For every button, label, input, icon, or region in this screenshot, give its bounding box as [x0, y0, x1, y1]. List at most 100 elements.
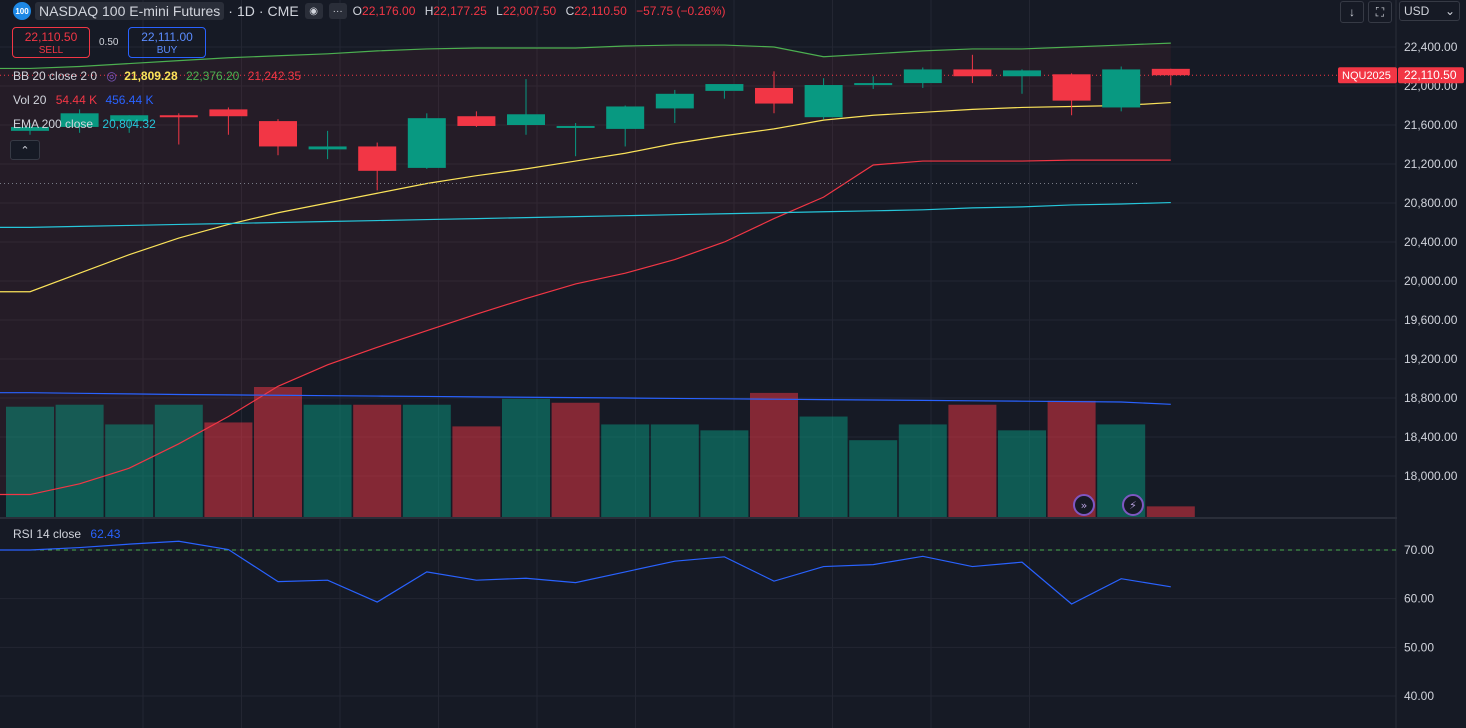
price-tag-label: 22,110.50: [1404, 68, 1457, 82]
volume-bar: [601, 424, 650, 517]
volume-bar: [750, 392, 798, 517]
rsi-value: 62.43: [90, 527, 121, 541]
chevron-up-icon: ⌃: [20, 144, 30, 157]
timeframe[interactable]: 1D: [237, 3, 255, 19]
volume-bar: [700, 430, 749, 517]
more-options-icon[interactable]: ···: [328, 3, 347, 19]
volume-bar: [849, 440, 898, 517]
candle-body: [556, 125, 595, 128]
symbol-name[interactable]: NASDAQ 100 E-mini Futures: [35, 2, 225, 20]
symbol-logo: 100: [13, 2, 31, 20]
price-tick-label: 18,400.00: [1404, 430, 1458, 444]
volume-bar: [898, 424, 947, 517]
volume-bar: [799, 416, 848, 517]
volume-bar: [303, 404, 352, 517]
ohlc-readout: O22,176.00 H22,177.25 L22,007.50 C22,110…: [353, 4, 732, 18]
bb-lower-value: 21,242.35: [247, 69, 302, 83]
arrow-down-icon: ↓: [1349, 5, 1355, 19]
candle-body: [259, 121, 297, 147]
rsi-tick-label: 70.00: [1404, 543, 1434, 557]
candle-body: [755, 87, 793, 104]
buy-button[interactable]: 22,111.00 BUY: [128, 27, 206, 58]
price-tick-label: 18,000.00: [1404, 469, 1458, 483]
candle-body: [655, 93, 694, 109]
bb-basis-value: 21,809.28: [124, 69, 178, 83]
vol-ma-value: 456.44 K: [105, 93, 154, 107]
sell-price: 22,110.50: [24, 30, 78, 44]
volume-bar: [502, 398, 550, 517]
price-tick-label: 20,400.00: [1404, 235, 1458, 249]
settings-icon[interactable]: ◎: [106, 69, 116, 83]
candle-body: [507, 114, 545, 125]
candle-body: [308, 146, 347, 150]
volume-bar: [650, 424, 699, 517]
candle-body: [209, 109, 248, 117]
currency-value: USD: [1404, 4, 1430, 18]
price-tick-label: 19,200.00: [1404, 352, 1458, 366]
rsi-tick-label: 60.00: [1404, 592, 1434, 606]
symbol-tag-label: NQU2025: [1342, 70, 1391, 82]
legend-ema[interactable]: EMA 200 close 20,804.32: [13, 117, 156, 131]
sell-label: SELL: [38, 45, 64, 56]
sell-button[interactable]: 22,110.50 SELL: [12, 27, 90, 58]
open-value: 22,176.00: [362, 4, 416, 18]
vol-value: 54.44 K: [55, 93, 98, 107]
legend-rsi[interactable]: RSI 14 close 62.43: [13, 527, 120, 541]
price-tick-label: 22,400.00: [1404, 40, 1458, 54]
volume-bar: [998, 430, 1046, 517]
scroll-to-latest-button[interactable]: ↓: [1340, 1, 1364, 23]
buy-price: 22,111.00: [141, 30, 193, 44]
volume-bar: [6, 406, 54, 517]
volume-bar: [204, 422, 253, 517]
change-value: −57.75 (−0.26%): [636, 4, 726, 18]
price-tick-label: 20,000.00: [1404, 274, 1458, 288]
price-tick-label: 21,600.00: [1404, 118, 1458, 132]
currency-select[interactable]: USD ⌄: [1399, 1, 1460, 21]
separator-dot: ·: [228, 3, 233, 19]
chevron-down-icon: ⌄: [1444, 4, 1455, 18]
candle-body: [358, 146, 397, 171]
volume-bar: [452, 426, 501, 517]
lightning-marker-icon-glyph: ⚡: [1129, 499, 1137, 512]
open-label: O: [352, 4, 363, 18]
volume-bar: [1146, 506, 1195, 517]
volume-bar: [353, 404, 402, 517]
price-tick-label: 20,800.00: [1404, 196, 1458, 210]
candle-body: [1003, 70, 1041, 77]
candle-body: [1102, 69, 1141, 108]
rsi-tick-label: 50.00: [1404, 640, 1434, 654]
candle-body: [1151, 68, 1190, 76]
chart-canvas[interactable]: 22,400.0022,000.0021,600.0021,200.0020,8…: [0, 0, 1466, 728]
candle-body: [1052, 74, 1091, 101]
buy-label: BUY: [156, 45, 178, 56]
collapse-legend-button[interactable]: ⌃: [10, 140, 40, 160]
ema-value: 20,804.32: [102, 117, 156, 131]
candle-body: [953, 69, 992, 77]
volume-bar: [154, 404, 203, 517]
bb-upper-value: 22,376.20: [185, 69, 240, 83]
candle-body: [804, 85, 843, 118]
bb-name: BB 20 close 2 0: [13, 69, 98, 83]
volume-bar: [948, 404, 997, 517]
eye-off-icon[interactable]: ◉: [304, 3, 323, 19]
candle-body: [457, 116, 496, 126]
candle-body: [606, 106, 645, 129]
exchange: CME: [267, 3, 299, 19]
candle-body: [159, 115, 198, 118]
rsi-name: RSI 14 close: [13, 527, 82, 541]
candle-body: [407, 118, 446, 168]
volume-bar: [551, 402, 600, 517]
volume-bar: [402, 404, 451, 517]
volume-bar: [254, 387, 302, 517]
volume-bar: [55, 404, 104, 517]
ema-name: EMA 200 close: [13, 117, 94, 131]
legend-vol[interactable]: Vol 20 54.44 K 456.44 K: [13, 93, 153, 107]
price-tick-label: 21,200.00: [1404, 157, 1458, 171]
candle-body: [854, 83, 893, 86]
chart-header: 100 NASDAQ 100 E-mini Futures · 1D · CME…: [0, 0, 732, 22]
separator-dot: ·: [258, 3, 264, 19]
legend-bb[interactable]: BB 20 close 2 0 ◎ 21,809.28 22,376.20 21…: [13, 69, 301, 83]
fit-screen-button[interactable]: ⛶: [1368, 1, 1392, 23]
high-value: 22,177.25: [433, 4, 487, 18]
candle-body: [903, 69, 942, 84]
